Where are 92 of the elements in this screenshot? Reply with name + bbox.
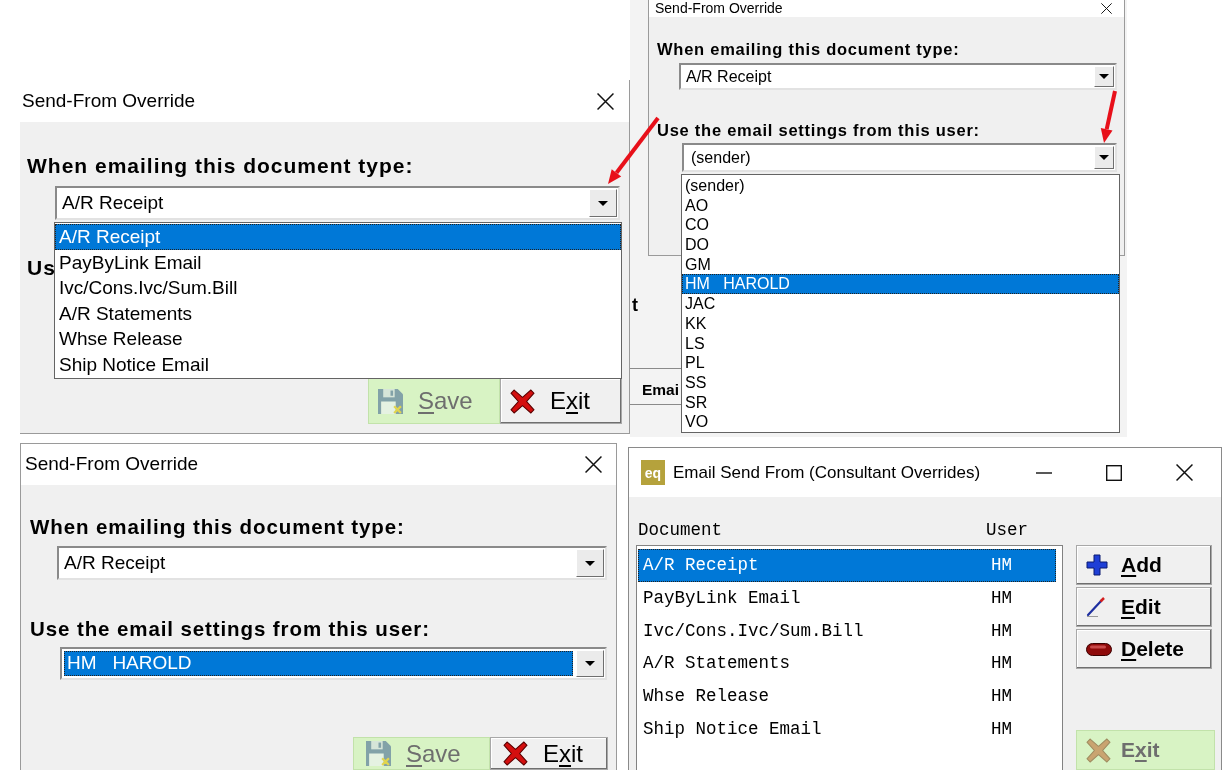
list-row[interactable]: A/R Statements HM xyxy=(638,647,1056,680)
close-icon[interactable] xyxy=(597,92,614,110)
table-cell-text: HM xyxy=(991,586,1012,610)
field-label: Us xyxy=(27,256,56,280)
x-mark-icon xyxy=(1086,737,1111,763)
field-label: When emailing this document type: xyxy=(30,515,405,539)
exit-button[interactable]: Exit xyxy=(1076,730,1215,770)
x-mark-icon xyxy=(503,741,528,766)
field-label: Use the email settings from this user: xyxy=(30,617,430,641)
pen-icon xyxy=(1086,597,1106,617)
close-icon[interactable] xyxy=(1101,3,1112,14)
dropdown-option[interactable]: Ivc/Cons.Ivc/Sum.Bill xyxy=(55,275,621,301)
dropdown-button[interactable] xyxy=(1094,146,1114,169)
dropdown-option[interactable]: GM xyxy=(682,254,1119,275)
table-cell: PayByLink Email xyxy=(643,587,801,608)
caret-down-icon xyxy=(598,200,608,206)
caret-down-icon xyxy=(1099,155,1109,160)
dropdown-option[interactable]: SS xyxy=(682,372,1119,393)
app-logo: eq xyxy=(641,460,665,485)
table-cell: Whse Release xyxy=(643,685,770,706)
column-header: Document xyxy=(638,519,722,540)
dropdown-button[interactable] xyxy=(576,549,604,577)
dropdown-field[interactable]: A/R Receipt xyxy=(55,186,620,220)
dropdown-option[interactable]: A/R Statements xyxy=(55,300,621,326)
plus-icon xyxy=(1086,554,1108,576)
table-cell: Ivc/Cons.Ivc/Sum.Bill xyxy=(643,620,864,641)
dropdown-value: A/R Receipt xyxy=(685,66,772,87)
table-cell-text: HM xyxy=(991,554,1012,578)
dropdown-option[interactable]: AO xyxy=(682,195,1119,216)
table-cell: A/R Statements xyxy=(643,653,791,674)
minus-icon xyxy=(1086,642,1112,656)
dropdown-button[interactable] xyxy=(576,650,604,677)
caret-down-icon xyxy=(1099,74,1109,79)
minimize-icon[interactable] xyxy=(1036,471,1052,474)
list-row[interactable]: A/R Receipt HM xyxy=(638,549,1056,582)
table-cell: Ship Notice Email xyxy=(643,718,822,739)
field-label: When emailing this document type: xyxy=(657,39,960,59)
list-row[interactable]: Ivc/Cons.Ivc/Sum.Bill HM xyxy=(638,614,1056,648)
exit-button[interactable]: Exit xyxy=(500,378,622,424)
dropdown-option[interactable]: CO xyxy=(682,215,1119,236)
dropdown-option[interactable]: SR xyxy=(682,392,1119,413)
dropdown-option[interactable]: VO xyxy=(682,412,1119,432)
save-button[interactable]: Save xyxy=(353,737,490,770)
dropdown-option[interactable]: A/R Receipt xyxy=(55,224,621,250)
caret-down-icon xyxy=(585,560,595,566)
close-icon[interactable] xyxy=(1175,464,1193,481)
dropdown-button[interactable] xyxy=(589,189,617,217)
maximize-icon[interactable] xyxy=(1106,464,1122,481)
dropdown-field[interactable]: HM HAROLD xyxy=(60,647,607,680)
dropdown-option[interactable]: PayByLink Email xyxy=(55,249,621,275)
dropdown-value: A/R Receipt xyxy=(61,190,164,215)
table-cell-text: HM xyxy=(991,717,1012,741)
text-fragment: Emai xyxy=(642,380,680,400)
window-title: Send-From Override xyxy=(22,88,196,113)
edit-button[interactable]: Edit xyxy=(1076,587,1212,627)
text-fragment: t xyxy=(632,294,638,316)
dropdown-field[interactable]: (sender) xyxy=(682,143,1117,172)
column-header: User xyxy=(986,518,1028,542)
add-button[interactable]: Add xyxy=(1076,545,1212,585)
dropdown-option[interactable]: KK xyxy=(682,313,1119,334)
x-mark-icon xyxy=(510,388,535,414)
dropdown-option[interactable]: JAC xyxy=(682,294,1119,314)
field-label: When emailing this document type: xyxy=(27,154,414,178)
table-cell: A/R Receipt xyxy=(643,555,759,576)
table-cell-text: HM xyxy=(991,684,1012,708)
dropdown-field[interactable]: A/R Receipt xyxy=(57,546,607,580)
dropdown-option[interactable]: DO xyxy=(682,235,1119,255)
table-cell-text: HM xyxy=(991,619,1012,643)
save-button[interactable]: Save xyxy=(368,378,500,424)
window-title: Send-From Override xyxy=(25,452,199,477)
dropdown-option[interactable]: HM HAROLD xyxy=(682,274,1119,295)
field-label: Use the email settings from this user: xyxy=(657,120,980,140)
window-title: Send-From Override xyxy=(655,0,783,17)
list-row[interactable]: PayByLink Email HM xyxy=(638,581,1056,615)
dropdown-option[interactable]: Ship Notice Email xyxy=(55,351,621,377)
dropdown-value: HM HAROLD xyxy=(64,651,573,676)
close-icon[interactable] xyxy=(585,456,602,473)
window-title: Email Send From (Consultant Overrides) xyxy=(673,461,981,484)
dropdown-option[interactable]: LS xyxy=(682,333,1119,354)
dropdown-value: A/R Receipt xyxy=(63,550,166,575)
delete-button[interactable]: Delete xyxy=(1076,629,1212,669)
caret-down-icon xyxy=(585,661,595,666)
dropdown-option[interactable]: PL xyxy=(682,353,1119,373)
dropdown-value: (sender) xyxy=(690,147,751,168)
dropdown-option[interactable]: Whse Release xyxy=(55,326,621,352)
dropdown-button[interactable] xyxy=(1094,66,1114,87)
dropdown-option[interactable]: (sender) xyxy=(682,176,1119,196)
exit-button[interactable]: Exit xyxy=(490,737,608,770)
list-row[interactable]: Whse Release HM xyxy=(638,679,1056,713)
dropdown-field[interactable]: A/R Receipt xyxy=(679,63,1117,90)
list-row[interactable]: Ship Notice Email HM xyxy=(638,712,1056,746)
table-cell-text: HM xyxy=(991,652,1012,676)
